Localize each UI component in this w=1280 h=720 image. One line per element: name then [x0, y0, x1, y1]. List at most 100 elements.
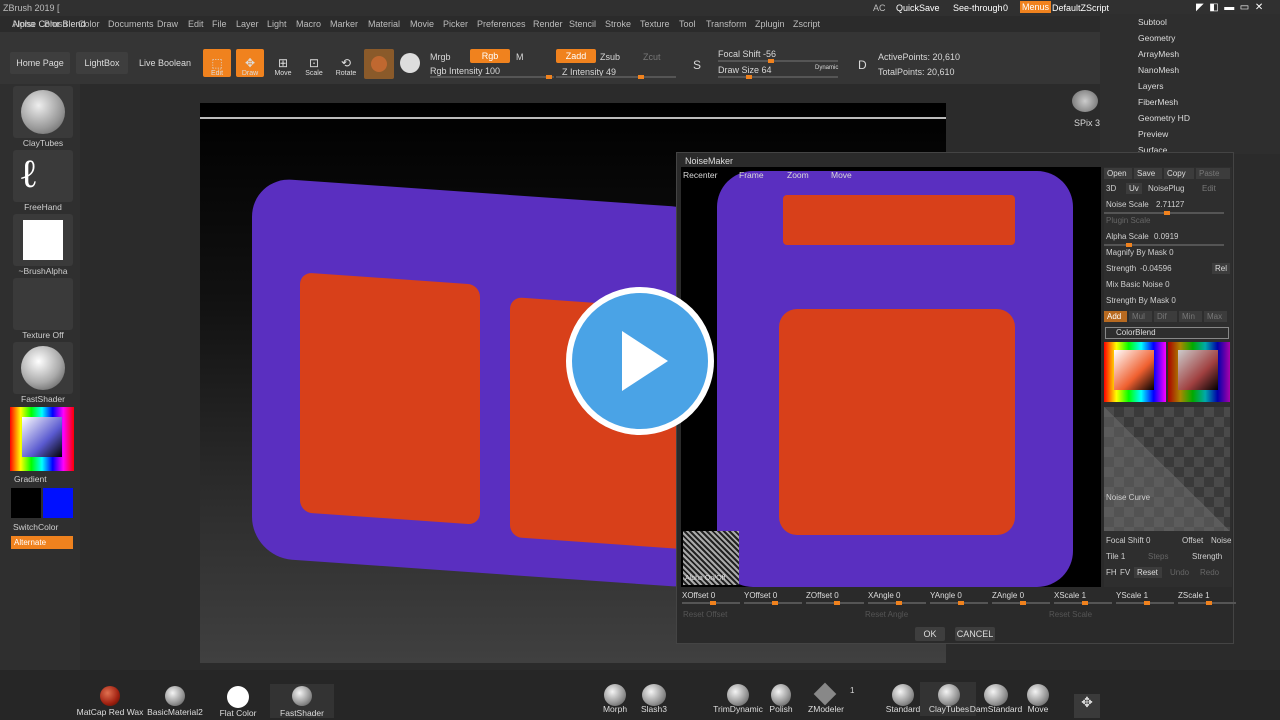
rgb-intensity-label[interactable]: Rgb Intensity 100 [430, 66, 500, 76]
material-thumbnail[interactable] [13, 342, 73, 394]
menu-stencil[interactable]: Stencil [569, 19, 596, 29]
reset-offset[interactable]: Reset Offset [683, 610, 727, 619]
right-menu-layers[interactable]: Layers [1138, 81, 1164, 91]
brush-thumbnail[interactable] [13, 86, 73, 138]
seethrough-slider[interactable]: See-through [953, 3, 1003, 13]
rgb-intensity-slider[interactable] [430, 75, 554, 79]
menu-layer[interactable]: Layer [236, 19, 259, 29]
noiseplug-button[interactable]: NoisePlug [1148, 184, 1184, 193]
edit-button[interactable]: ⬚ Edit [203, 49, 231, 77]
offset-field-6[interactable]: XScale 1 [1054, 591, 1086, 600]
blend-mode-add[interactable]: Add [1104, 311, 1127, 322]
color-sphere-icon[interactable] [400, 53, 420, 73]
menu-picker[interactable]: Picker [443, 19, 468, 29]
offset-field-4[interactable]: YAngle 0 [930, 591, 962, 600]
curve-strength[interactable]: Strength [1192, 552, 1222, 561]
menu-color[interactable]: Color [78, 19, 100, 29]
morph-brush-icon[interactable] [604, 684, 626, 706]
colorblend-field[interactable]: ColorBlend [1105, 327, 1229, 339]
magnify-by-mask[interactable]: Magnify By Mask 0 [1106, 248, 1174, 257]
material-swatch[interactable] [364, 49, 394, 79]
matcap-red-wax-icon[interactable] [100, 686, 120, 706]
focal-shift-slider[interactable] [718, 59, 838, 63]
right-menu-nanomesh[interactable]: NanoMesh [1138, 65, 1179, 75]
offset-slider-0[interactable] [682, 601, 740, 605]
noise-curve-editor[interactable] [1104, 407, 1230, 531]
offset-field-7[interactable]: YScale 1 [1116, 591, 1148, 600]
zcut-button[interactable]: Zcut [643, 52, 661, 62]
reset-scale[interactable]: Reset Scale [1049, 610, 1092, 619]
right-menu-arraymesh[interactable]: ArrayMesh [1138, 49, 1179, 59]
curve-reset[interactable]: Reset [1134, 567, 1162, 578]
move-brush-icon[interactable] [1027, 684, 1049, 706]
zmodeler-brush-icon[interactable] [813, 682, 837, 706]
move-button[interactable]: ⊞ Move [269, 49, 297, 77]
flat-color-icon[interactable] [227, 686, 249, 708]
plugin-scale-label[interactable]: Plugin Scale [1106, 216, 1150, 225]
colorblend-picker-b[interactable] [1168, 342, 1230, 402]
mix-basic-noise[interactable]: Mix Basic Noise 0 [1106, 280, 1170, 289]
menu-zplugin[interactable]: Zplugin [755, 19, 785, 29]
curve-tile[interactable]: Tile 1 [1106, 552, 1125, 561]
curve-steps[interactable]: Steps [1148, 552, 1168, 561]
strength-label[interactable]: Strength [1106, 264, 1136, 273]
menu-stroke[interactable]: Stroke [605, 19, 631, 29]
menus-button[interactable]: Menus [1020, 1, 1052, 13]
live-boolean-button[interactable]: Live Boolean [136, 52, 194, 74]
offset-slider-8[interactable] [1178, 601, 1236, 605]
offset-slider-3[interactable] [868, 601, 926, 605]
default-zscript[interactable]: DefaultZScript [1052, 3, 1109, 13]
polish-brush-icon[interactable] [771, 684, 791, 706]
slash3-brush-icon[interactable] [642, 684, 666, 706]
curve-redo[interactable]: Redo [1200, 568, 1219, 577]
d-icon[interactable]: D [858, 58, 867, 72]
viewport-zoom-button[interactable]: Zoom [787, 170, 809, 180]
menu-texture[interactable]: Texture [640, 19, 670, 29]
right-menu-preview[interactable]: Preview [1138, 129, 1168, 139]
blend-mode-mul[interactable]: Mul [1129, 311, 1152, 322]
right-menu-subtool[interactable]: Subtool [1138, 17, 1167, 27]
mrgb-button[interactable]: Mrgb [430, 52, 451, 62]
xpose-icon[interactable]: ✥ [1074, 694, 1100, 718]
gradient-label[interactable]: Gradient [14, 474, 80, 484]
colorblend-picker-a[interactable] [1104, 342, 1166, 402]
dynamic-toggle[interactable]: Dynamic [815, 65, 838, 71]
alternate-button[interactable]: Alternate [11, 536, 73, 549]
texture-thumbnail[interactable] [13, 278, 73, 330]
tab-3d[interactable]: 3D [1106, 184, 1116, 193]
menu-marker[interactable]: Marker [330, 19, 358, 29]
quicksave-button[interactable]: QuickSave [896, 3, 940, 13]
offset-field-8[interactable]: ZScale 1 [1178, 591, 1210, 600]
rgb-button[interactable]: Rgb [470, 49, 510, 63]
menu-brush[interactable]: Brush [44, 19, 68, 29]
menu-render[interactable]: Render [533, 19, 563, 29]
menu-movie[interactable]: Movie [410, 19, 434, 29]
edit-plug-button[interactable]: Edit [1202, 184, 1216, 193]
offset-slider-2[interactable] [806, 601, 864, 605]
blend-mode-dif[interactable]: Dif [1154, 311, 1177, 322]
noise-scale-slider[interactable] [1104, 211, 1224, 215]
save-button[interactable]: Save [1134, 168, 1162, 179]
curve-fh[interactable]: FH [1106, 568, 1117, 577]
s-icon[interactable]: S [693, 58, 701, 72]
trimdynamic-brush-icon[interactable] [727, 684, 749, 706]
draw-size-label[interactable]: Draw Size 64 [718, 65, 772, 75]
m-button[interactable]: M [516, 52, 524, 62]
curve-noise[interactable]: Noise [1211, 536, 1231, 545]
primary-color[interactable] [43, 488, 73, 518]
offset-slider-7[interactable] [1116, 601, 1174, 605]
offset-field-5[interactable]: ZAngle 0 [992, 591, 1024, 600]
blend-mode-min[interactable]: Min [1179, 311, 1202, 322]
menu-file[interactable]: File [212, 19, 227, 29]
copy-button[interactable]: Copy [1164, 168, 1194, 179]
cancel-button[interactable]: CANCEL [955, 627, 995, 641]
curve-offset[interactable]: Offset [1182, 536, 1203, 545]
rotate-button[interactable]: ⟲ Rotate [332, 49, 360, 77]
noise-scale-label[interactable]: Noise Scale [1106, 200, 1149, 209]
lightbox-button[interactable]: LightBox [76, 52, 128, 74]
offset-field-0[interactable]: XOffset 0 [682, 591, 715, 600]
claytubes-brush-icon[interactable] [938, 684, 960, 706]
offset-field-3[interactable]: XAngle 0 [868, 591, 900, 600]
home-page-button[interactable]: Home Page [10, 52, 70, 74]
switchcolor-button[interactable]: SwitchColor [13, 522, 79, 532]
